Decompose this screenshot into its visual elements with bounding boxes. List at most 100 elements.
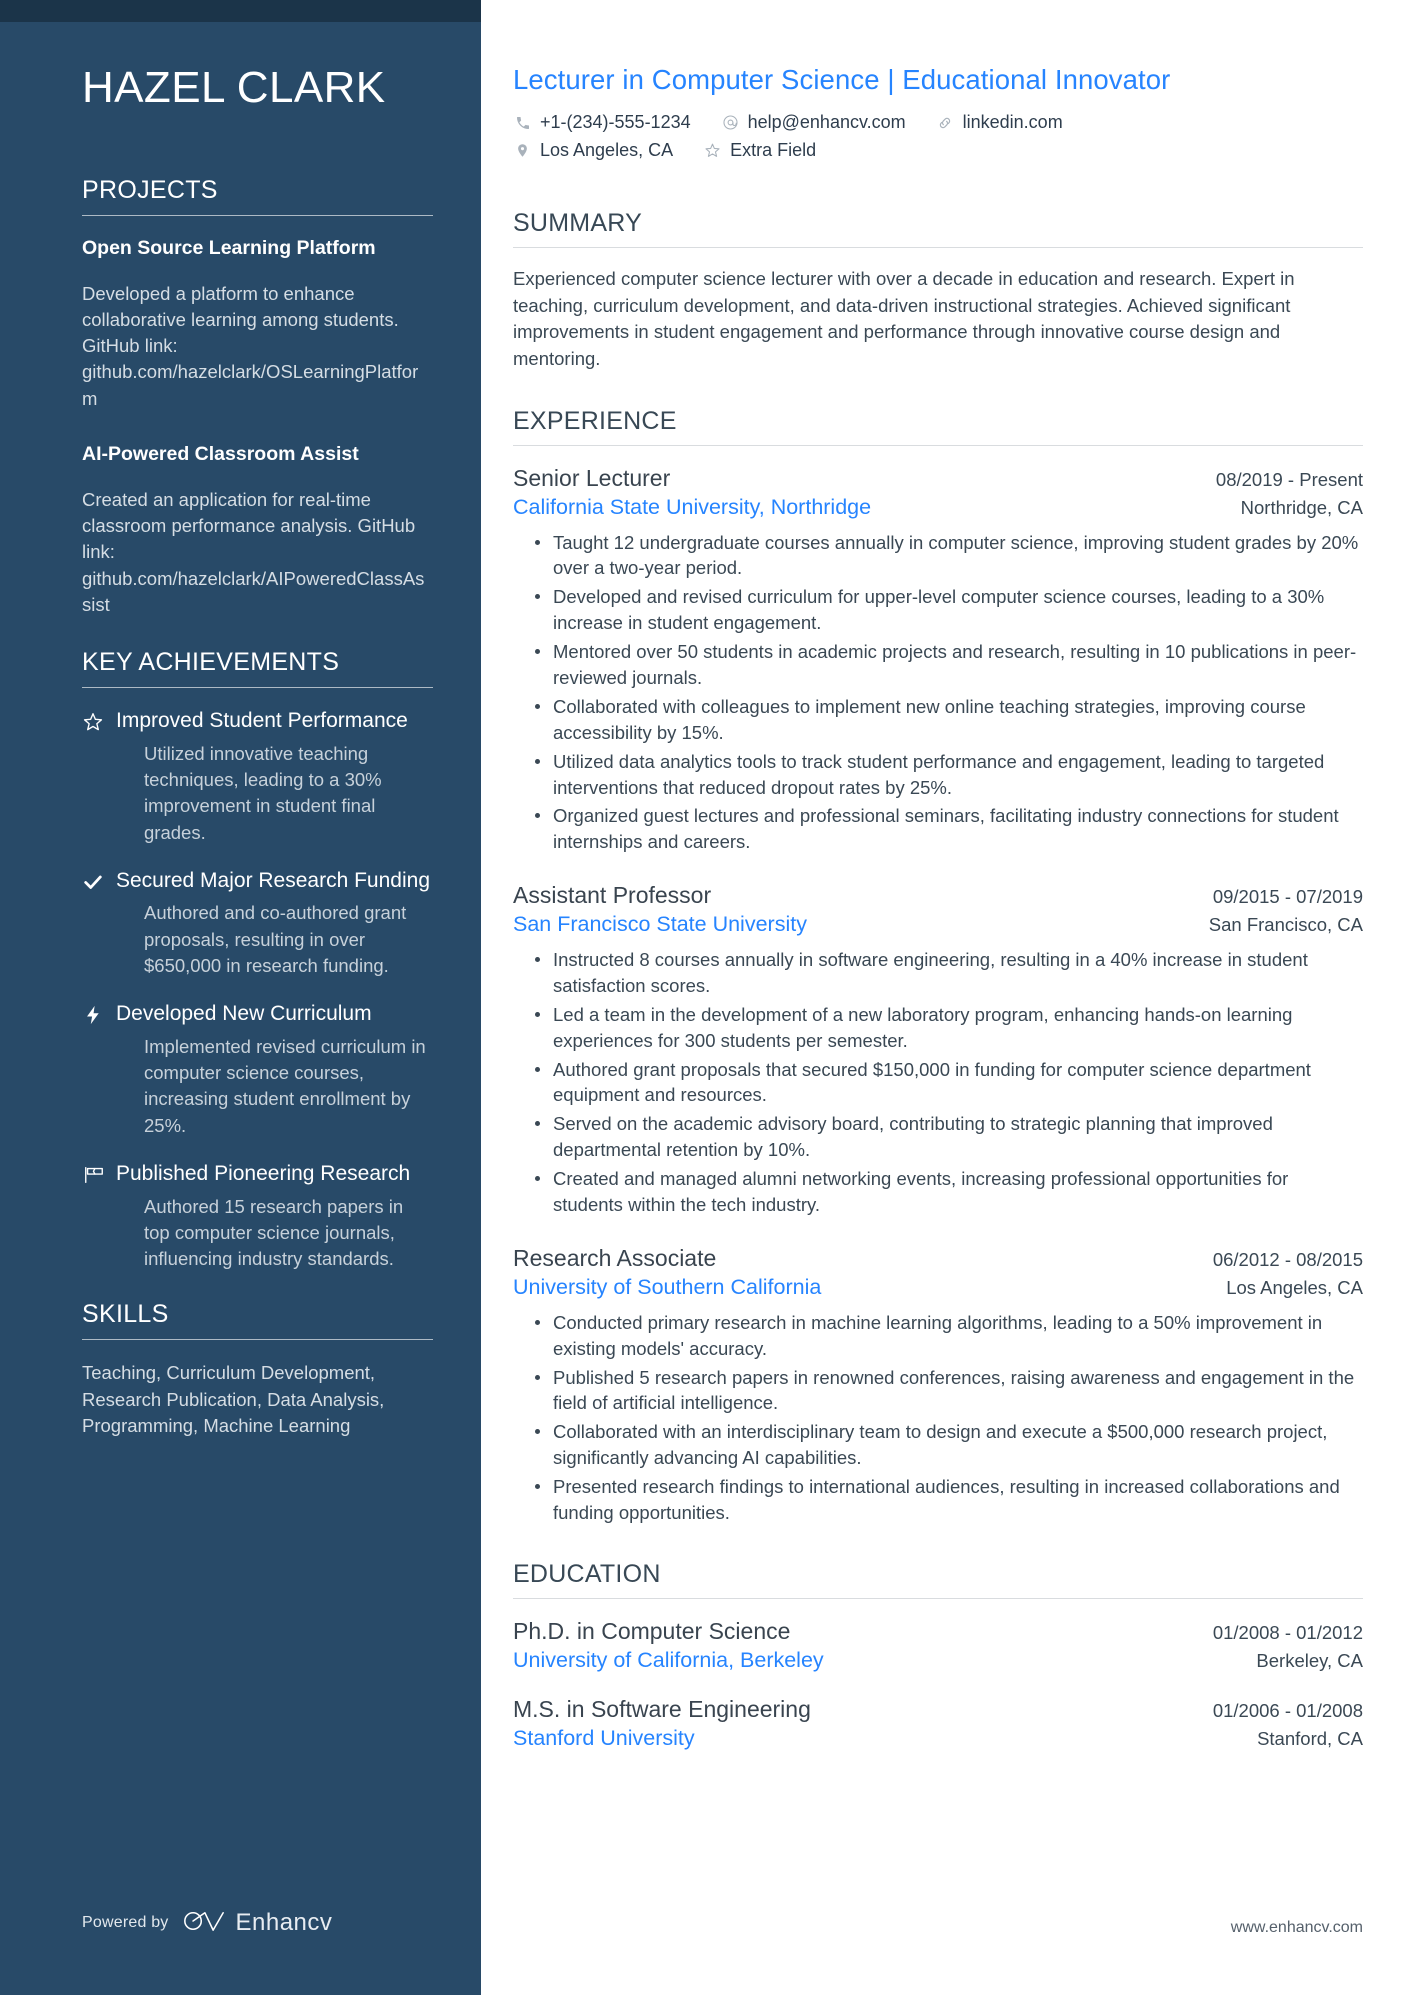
achievement-title: Secured Major Research Funding (116, 868, 430, 892)
job-title: Senior Lecturer (513, 464, 671, 491)
achievement-description: Authored and co-authored grant proposals… (144, 902, 407, 976)
achievement-item: Developed New Curriculum Implemented rev… (82, 1001, 433, 1139)
location-pin-icon (513, 141, 532, 160)
job-bullet-list: Instructed 8 courses annually in softwar… (513, 947, 1363, 1218)
company-name[interactable]: San Francisco State University (513, 911, 807, 939)
job-bullet: Led a team in the development of a new l… (535, 1002, 1363, 1054)
contact-email-value: help@enhancv.com (747, 112, 906, 132)
achievements-section-title: KEY ACHIEVEMENTS (82, 648, 340, 677)
project-name: AI-Powered Classroom Assist (82, 442, 359, 465)
flag-outline-icon (82, 1161, 116, 1186)
main-content: Lecturer in Computer Science | Education… (481, 0, 1410, 1995)
school-location: Berkeley, CA (1256, 1649, 1363, 1671)
job-bullet: Authored grant proposals that secured $1… (535, 1057, 1363, 1109)
contact-phone[interactable]: +1-(234)-555-1234 (513, 112, 691, 134)
phone-icon (513, 113, 532, 132)
school-name[interactable]: Stanford University (513, 1725, 695, 1753)
section-divider (82, 1339, 433, 1341)
education-section: EDUCATION Ph.D. in Computer Science 01/2… (513, 1560, 1363, 1753)
section-divider (82, 214, 433, 216)
education-section-title: EDUCATION (513, 1559, 661, 1588)
job-bullet-list: Taught 12 undergraduate courses annually… (513, 530, 1363, 856)
degree-dates: 01/2006 - 01/2008 (1212, 1699, 1363, 1721)
link-icon (936, 113, 955, 132)
sidebar-top-strip (0, 0, 481, 22)
email-icon (721, 113, 740, 132)
sidebar: HAZEL CLARK PROJECTS Open Source Learnin… (0, 0, 481, 1995)
job-bullet-list: Conducted primary research in machine le… (513, 1310, 1363, 1526)
section-divider (82, 687, 433, 689)
skills-section: SKILLS Teaching, Curriculum Development,… (82, 1300, 433, 1439)
contact-row-2: Los Angeles, CA Extra Field (513, 140, 1363, 162)
job-dates: 08/2019 - Present (1215, 468, 1363, 490)
job-title: Research Associate (513, 1244, 717, 1271)
achievement-item: Published Pioneering Research Authored 1… (82, 1161, 433, 1272)
section-divider (513, 444, 1363, 446)
job-bullet: Conducted primary research in machine le… (535, 1310, 1363, 1362)
professional-headline: Lecturer in Computer Science | Education… (513, 64, 1171, 95)
job-bullet: Created and managed alumni networking ev… (535, 1166, 1363, 1218)
job-bullet: Organized guest lectures and professiona… (535, 803, 1363, 855)
job-bullet: Presented research findings to internati… (535, 1474, 1363, 1526)
education-entry: Ph.D. in Computer Science 01/2008 - 01/2… (513, 1617, 1363, 1675)
job-bullet: Instructed 8 courses annually in softwar… (535, 947, 1363, 999)
skills-list: Teaching, Curriculum Development, Resear… (82, 1362, 385, 1436)
section-divider (513, 1597, 1363, 1599)
skills-section-title: SKILLS (82, 1300, 169, 1329)
experience-entry: Assistant Professor 09/2015 - 07/2019 Sa… (513, 881, 1363, 1218)
school-name[interactable]: University of California, Berkeley (513, 1647, 824, 1675)
summary-text: Experienced computer science lecturer wi… (513, 268, 1295, 370)
company-name[interactable]: University of Southern California (513, 1274, 821, 1302)
project-item: AI-Powered Classroom Assist Created an a… (82, 442, 433, 618)
job-bullet: Collaborated with colleagues to implemen… (535, 694, 1363, 746)
contact-location[interactable]: Los Angeles, CA (513, 140, 673, 162)
projects-section-title: PROJECTS (82, 175, 218, 204)
job-location: Northridge, CA (1240, 496, 1363, 518)
job-title: Assistant Professor (513, 882, 712, 909)
school-location: Stanford, CA (1257, 1727, 1363, 1749)
star-outline-icon (703, 141, 722, 160)
job-bullet: Served on the academic advisory board, c… (535, 1111, 1363, 1163)
summary-section: SUMMARY Experienced computer science lec… (513, 209, 1363, 373)
experience-section: EXPERIENCE Senior Lecturer 08/2019 - Pre… (513, 407, 1363, 1526)
job-bullet: Taught 12 undergraduate courses annually… (535, 530, 1363, 582)
experience-section-title: EXPERIENCE (513, 406, 677, 435)
contact-row-1: +1-(234)-555-1234 help@enhancv.com linke… (513, 112, 1363, 134)
job-bullet: Utilized data analytics tools to track s… (535, 749, 1363, 801)
check-icon (82, 868, 116, 893)
contact-location-value: Los Angeles, CA (540, 139, 674, 160)
achievement-description: Authored 15 research papers in top compu… (144, 1195, 404, 1270)
project-name: Open Source Learning Platform (82, 236, 376, 259)
candidate-name: HAZEL CLARK (82, 63, 386, 112)
sidebar-footer: Powered by Enhancv (82, 1909, 332, 1937)
contact-extra-field-value: Extra Field (730, 139, 817, 160)
contact-linkedin[interactable]: linkedin.com (936, 112, 1063, 134)
achievement-description: Implemented revised curriculum in comput… (144, 1035, 426, 1136)
star-outline-icon (82, 708, 116, 733)
project-description: Created an application for real-time cla… (82, 488, 425, 615)
achievement-item: Secured Major Research Funding Authored … (82, 868, 433, 979)
achievement-description: Utilized innovative teaching techniques,… (144, 742, 382, 843)
resume-page: HAZEL CLARK PROJECTS Open Source Learnin… (0, 0, 1410, 1995)
experience-entry: Senior Lecturer 08/2019 - Present Califo… (513, 464, 1363, 856)
enhancv-logo-icon (183, 1910, 225, 1937)
website-footer[interactable]: www.enhancv.com (1231, 1919, 1363, 1937)
experience-entry: Research Associate 06/2012 - 08/2015 Uni… (513, 1244, 1363, 1526)
job-location: Los Angeles, CA (1226, 1276, 1363, 1298)
contact-email[interactable]: help@enhancv.com (721, 112, 906, 134)
section-divider (513, 247, 1363, 249)
degree-dates: 01/2008 - 01/2012 (1212, 1621, 1363, 1643)
contact-linkedin-value: linkedin.com (962, 112, 1063, 132)
contact-phone-value: +1-(234)-555-1234 (540, 112, 691, 132)
contact-extra-field[interactable]: Extra Field (703, 140, 816, 162)
summary-section-title: SUMMARY (513, 209, 643, 238)
achievement-item: Improved Student Performance Utilized in… (82, 708, 433, 846)
job-bullet: Published 5 research papers in renowned … (535, 1365, 1363, 1417)
key-achievements-section: KEY ACHIEVEMENTS Improved Student Perfor… (82, 648, 433, 1272)
project-description: Developed a platform to enhance collabor… (82, 282, 419, 409)
company-name[interactable]: California State University, Northridge (513, 494, 871, 522)
job-bullet: Mentored over 50 students in academic pr… (535, 639, 1363, 691)
contact-details: +1-(234)-555-1234 help@enhancv.com linke… (513, 112, 1363, 161)
powered-by-label: Powered by (82, 1914, 169, 1931)
job-bullet: Developed and revised curriculum for upp… (535, 584, 1363, 636)
